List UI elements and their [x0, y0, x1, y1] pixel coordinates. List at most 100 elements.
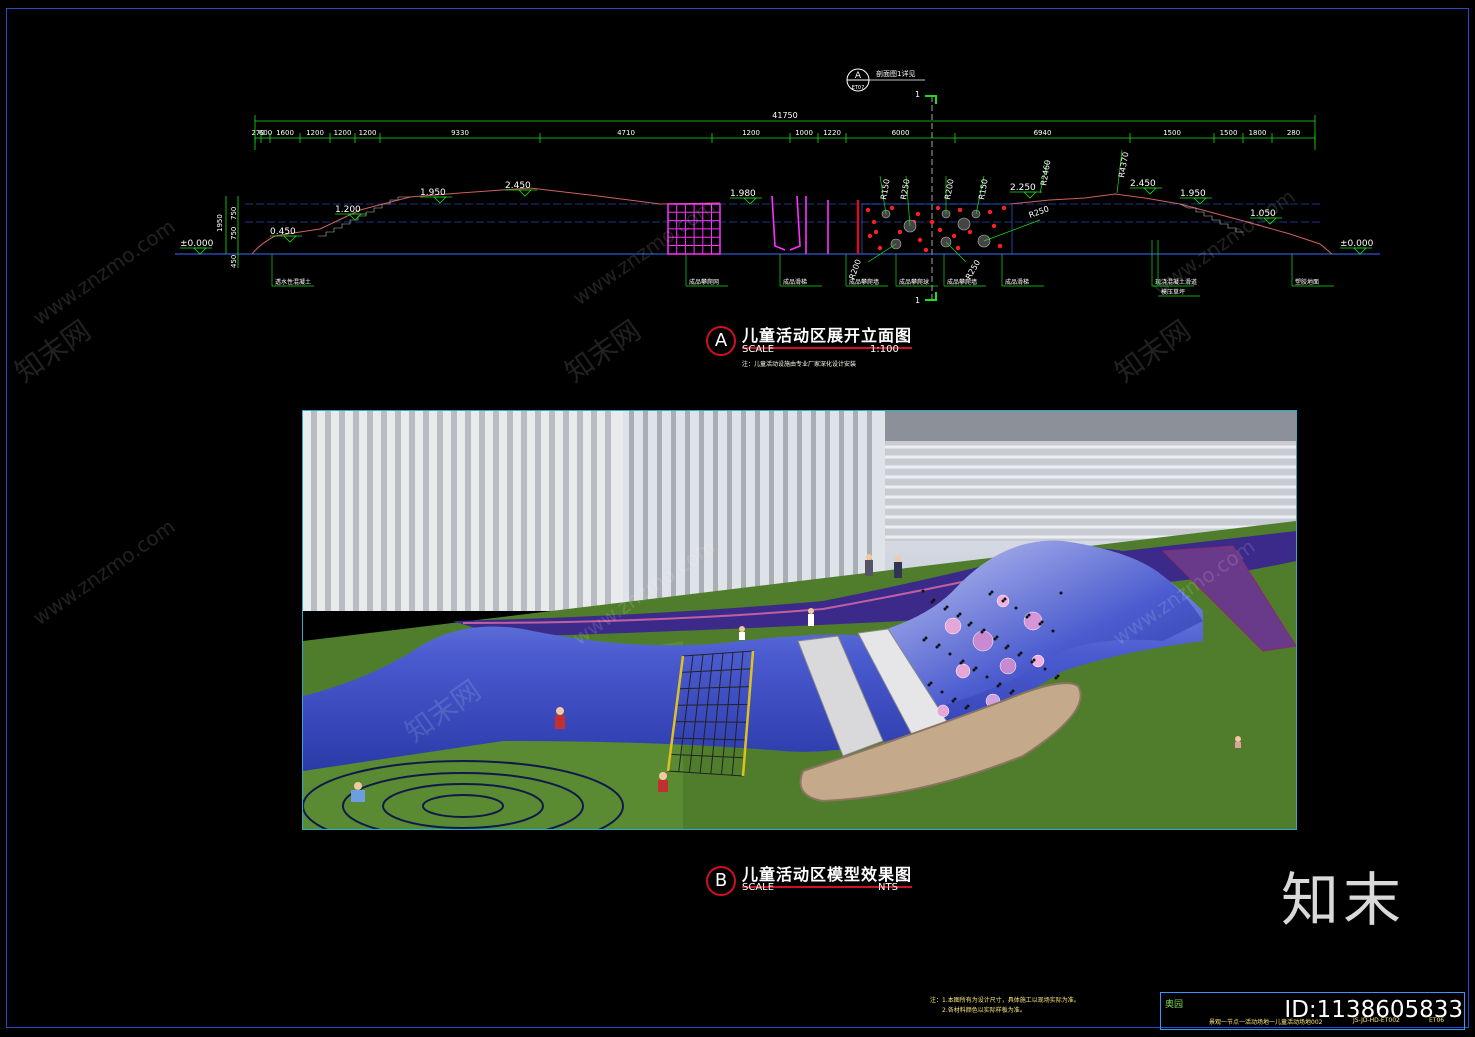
- right-building: [885, 411, 1296, 541]
- material-label: 成品攀爬墙: [947, 278, 977, 286]
- render-ball: [972, 630, 994, 652]
- elevation-label: 2.450: [505, 181, 531, 191]
- dim-text: 1200: [742, 129, 760, 137]
- hold-dot: [873, 229, 879, 235]
- elevation-label: ±0.000: [1340, 239, 1374, 249]
- dim-text: 280: [1287, 129, 1300, 137]
- material-label: 成品攀爬墙: [849, 278, 879, 286]
- section-b-scale-value: NTS: [878, 882, 898, 893]
- material-label: 成品攀爬网: [689, 278, 719, 286]
- callout-note: 剖面图1详见: [876, 69, 915, 78]
- hold-dot: [915, 211, 921, 217]
- dim-text: 6940: [1034, 129, 1052, 137]
- stair-hatch: [318, 196, 1244, 237]
- climbing-balls: [881, 209, 991, 250]
- material-label: 塑胶地面: [1295, 278, 1319, 286]
- render-hold: [956, 614, 960, 618]
- render-hold: [930, 600, 934, 604]
- material-label: 成品滑梯: [1005, 278, 1029, 286]
- render-hold: [1017, 653, 1021, 657]
- section-a-scale-value: 1:100: [870, 344, 899, 355]
- radius-6: R200: [847, 258, 863, 281]
- render-hold: [993, 637, 997, 641]
- render-hold: [1009, 691, 1013, 695]
- dim-text: 1500: [1163, 129, 1181, 137]
- radius-3: R200: [943, 178, 955, 200]
- hold-dot: [897, 229, 903, 235]
- dim-text: 1200: [306, 129, 324, 137]
- render-hold: [1059, 591, 1063, 595]
- render-hold: [935, 645, 939, 649]
- material-label: 成品滑梯: [783, 278, 807, 286]
- elevation-label: ±0.000: [180, 239, 214, 249]
- material-label: 模压草坪: [1161, 288, 1185, 296]
- render-hold: [985, 675, 989, 679]
- radius-9: R4370: [1117, 151, 1130, 178]
- hold-dot: [917, 237, 923, 243]
- dim-text: 9330: [451, 129, 469, 137]
- dim-text: 1500: [1220, 129, 1238, 137]
- hold-dot: [889, 205, 895, 211]
- vdim-4: 450: [230, 255, 238, 268]
- render-hold: [927, 683, 931, 687]
- note-2: 2.各材料颜色以实际样板为准。: [942, 1007, 1026, 1014]
- render-hold: [959, 661, 963, 665]
- elevation-label: 1.050: [1250, 209, 1276, 219]
- section-b-scale-label: SCALE: [742, 882, 775, 893]
- radius-2: R250: [899, 178, 911, 200]
- render-hold: [1043, 667, 1047, 671]
- callout-ref: ET07: [852, 85, 865, 91]
- left-building: [303, 411, 623, 611]
- render-ball: [1023, 611, 1043, 631]
- slide-columns: [771, 195, 860, 254]
- section-callout: A ET07 剖面图1详见: [846, 68, 925, 92]
- overall-dim-text: 41750: [772, 111, 797, 120]
- hold-dot: [871, 219, 877, 225]
- render-hold: [964, 706, 968, 710]
- dim-text: 1800: [1249, 129, 1267, 137]
- radius-4: R150: [977, 178, 989, 200]
- cut-mark-bottom: 1: [915, 296, 920, 305]
- render-hold: [1025, 615, 1029, 619]
- elevation-label: 2.250: [1010, 183, 1036, 193]
- vdim-2: 750: [230, 207, 238, 220]
- elevation-label: 1.980: [730, 189, 756, 199]
- render-hold: [940, 690, 944, 694]
- radius-leaders: [867, 149, 1123, 263]
- hold-dot: [867, 233, 873, 239]
- render-hold: [988, 592, 992, 596]
- elevation-label: 0.450: [270, 227, 296, 237]
- render-hold: [951, 699, 955, 703]
- overall-dimension: [254, 115, 1316, 150]
- hold-dot: [987, 209, 993, 215]
- terrain-profile: [251, 187, 1333, 255]
- render-hold: [922, 638, 926, 642]
- hold-dot: [967, 229, 973, 235]
- dim-text: 1600: [276, 129, 294, 137]
- model-render: [302, 410, 1297, 830]
- hold-dot: [957, 207, 963, 213]
- hold-dot: [923, 247, 929, 253]
- render-hold: [1051, 629, 1055, 633]
- dim-text: 1200: [334, 129, 352, 137]
- dim-text: 4710: [617, 129, 635, 137]
- section-a-scale-label: SCALE: [742, 344, 775, 355]
- elevation-label: 2.450: [1130, 179, 1156, 189]
- hold-dot: [877, 245, 883, 251]
- material-labels: 透水性混凝土 成品攀爬网 成品滑梯 成品攀爬墙 成品攀爬球 成品攀爬墙 成品滑梯 现浇混凝土滑…: [271, 240, 1334, 297]
- render-ball: [936, 704, 950, 718]
- hold-dot: [929, 219, 935, 225]
- vdim-3: 750: [230, 227, 238, 240]
- note-1: 注：1.本图所有为设计尺寸，具体施工以现场实际为准。: [930, 997, 1080, 1004]
- material-label: 透水性混凝土: [275, 278, 311, 286]
- radius-5: R250: [1028, 204, 1051, 220]
- drawing-notes: 注：1.本图所有为设计尺寸，具体施工以现场实际为准。 2.各材料颜色以实际样板为…: [930, 996, 1080, 1016]
- render-hold: [921, 589, 925, 593]
- radius-7: R250: [964, 258, 982, 281]
- cut-line: 1 1: [915, 90, 937, 305]
- dim-text: 1000: [795, 129, 813, 137]
- elevation-label: 1.200: [335, 205, 361, 215]
- material-label: 现浇混凝土滑道: [1155, 278, 1197, 286]
- elevation-markers: ±0.000 0.450 1.200 1.950 2.450 1.980 2.250 2.45…: [180, 179, 1374, 255]
- dim-text: 1220: [823, 129, 841, 137]
